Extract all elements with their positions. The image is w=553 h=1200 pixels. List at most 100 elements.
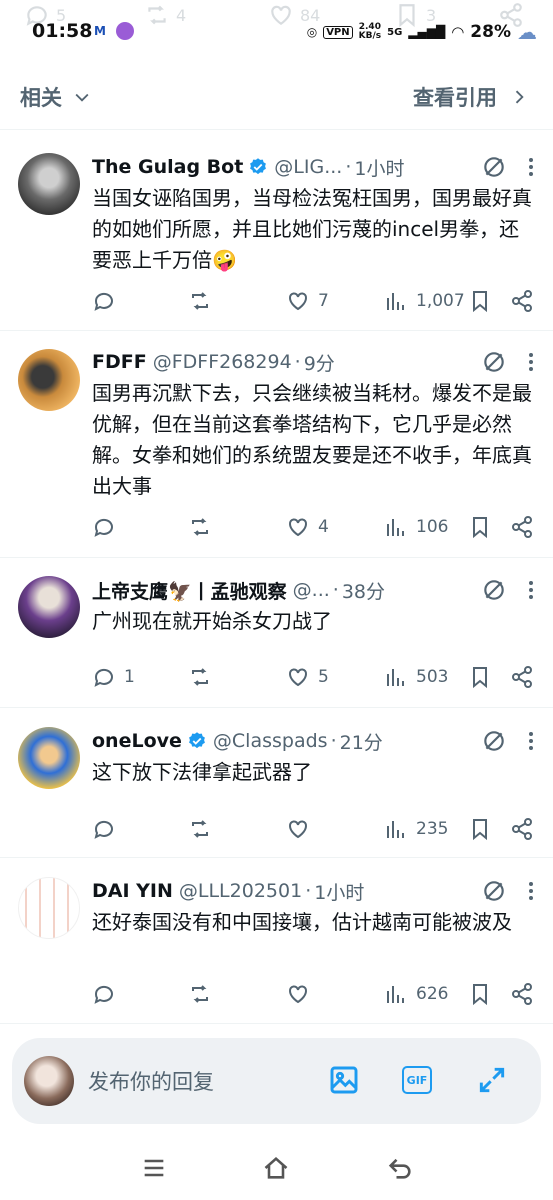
share-button[interactable] — [510, 665, 534, 689]
author-name[interactable]: oneLove — [92, 730, 182, 752]
avatar[interactable] — [18, 349, 80, 411]
share-button[interactable] — [510, 817, 534, 841]
share-button[interactable] — [510, 982, 534, 1006]
like-button[interactable] — [286, 817, 318, 841]
view-quotes-link[interactable]: 查看引用 — [413, 82, 529, 112]
view-quotes-label: 查看引用 — [413, 86, 497, 110]
views-button[interactable]: 626 — [384, 982, 448, 1006]
related-dropdown[interactable]: 相关 — [20, 82, 92, 112]
retweet-button[interactable] — [188, 817, 220, 841]
views-button[interactable]: 235 — [384, 817, 448, 841]
tweet-time[interactable]: 1小时 — [354, 154, 404, 181]
tweet-actions: 1 5 503 — [92, 665, 533, 693]
image-button[interactable] — [328, 1064, 360, 1096]
author-handle[interactable]: @... — [293, 579, 330, 601]
like-button[interactable] — [286, 982, 318, 1006]
bookmark-icon — [473, 984, 487, 1006]
expand-button[interactable] — [476, 1064, 508, 1096]
tweet-text: 广州现在就开始杀女刀战了 — [92, 609, 332, 633]
retweet-button[interactable] — [188, 982, 220, 1006]
tweet-time[interactable]: 9分 — [304, 349, 335, 376]
reply-button[interactable]: 1 — [92, 665, 135, 689]
grok-icon[interactable] — [481, 878, 507, 904]
views-icon — [387, 519, 404, 536]
tweet-time[interactable]: 38分 — [342, 577, 385, 604]
share-button[interactable] — [510, 289, 534, 313]
grok-icon[interactable] — [481, 154, 507, 180]
reply-button[interactable] — [92, 289, 124, 313]
reply-button[interactable] — [92, 515, 124, 539]
like-button[interactable]: 7 — [286, 289, 329, 313]
retweet-button[interactable] — [188, 665, 220, 689]
tweet-time[interactable]: 21分 — [340, 728, 383, 755]
tweet-text: 这下放下法律拿起武器了 — [92, 760, 312, 784]
back-button[interactable] — [386, 1154, 414, 1186]
tweet-time[interactable]: 1小时 — [314, 878, 364, 905]
reply-input[interactable]: 发布你的回复 — [88, 1066, 214, 1096]
reply-composer[interactable]: 发布你的回复 GIF — [12, 1038, 541, 1124]
author-handle[interactable]: @FDFF268294 — [153, 351, 292, 373]
avatar[interactable] — [18, 153, 80, 215]
tweet[interactable]: DAI YIN @LLL202501 · 1小时 还好泰国没有和中国接壤，估计越… — [0, 858, 553, 1024]
recent-apps-button[interactable] — [140, 1154, 168, 1186]
share-icon — [512, 666, 532, 688]
views-button[interactable]: 1,007 — [384, 289, 465, 313]
retweet-button[interactable] — [188, 289, 220, 313]
more-options-icon[interactable] — [529, 882, 533, 900]
reply-icon — [94, 668, 113, 687]
avatar[interactable] — [18, 576, 80, 638]
bookmark-button[interactable] — [468, 982, 492, 1006]
gif-button[interactable]: GIF — [402, 1064, 434, 1096]
tweet-text: 国男再沉默下去，只会继续被当耗材。爆发不是最优解，但在当前这套拳塔结构下，它几乎… — [92, 381, 532, 498]
menu-icon — [144, 1159, 164, 1177]
author-handle[interactable]: @LLL202501 — [179, 880, 302, 902]
reply-button[interactable] — [92, 817, 124, 841]
tweet-actions: 626 — [92, 982, 533, 1010]
views-button[interactable]: 503 — [384, 665, 448, 689]
more-options-icon[interactable] — [529, 581, 533, 599]
heart-icon — [289, 820, 307, 839]
author-name[interactable]: The Gulag Bot — [92, 156, 243, 178]
avatar[interactable] — [18, 727, 80, 789]
related-header: 相关 查看引用 — [0, 62, 553, 130]
tweet[interactable]: 上帝支鹰🦅丨孟驰观察 @... · 38分 广州现在就开始杀女刀战了 1 5 5… — [0, 558, 553, 708]
more-options-icon[interactable] — [529, 158, 533, 176]
bookmark-icon — [473, 291, 487, 313]
grok-icon[interactable] — [481, 728, 507, 754]
bookmark-button[interactable] — [468, 665, 492, 689]
tweet-header: FDFF @FDFF268294 · 9分 — [92, 348, 533, 376]
home-button[interactable] — [262, 1154, 290, 1186]
bookmark-button[interactable] — [468, 289, 492, 313]
tweet-actions: 235 — [92, 817, 533, 845]
grok-icon[interactable] — [481, 577, 507, 603]
tweet[interactable]: The Gulag Bot @LIG... · 1小时 当国女诬陷国男，当母检法… — [0, 131, 553, 331]
avatar[interactable] — [18, 877, 80, 939]
tweet-text: 还好泰国没有和中国接壤，估计越南可能被波及 — [92, 910, 512, 934]
grok-icon[interactable] — [481, 349, 507, 375]
like-button[interactable]: 4 — [286, 515, 329, 539]
reply-button[interactable] — [92, 982, 124, 1006]
more-options-icon[interactable] — [529, 732, 533, 750]
view-count: 626 — [416, 984, 449, 1004]
tweet-header: The Gulag Bot @LIG... · 1小时 — [92, 153, 533, 181]
author-handle[interactable]: @Classpads — [213, 730, 328, 752]
author-name[interactable]: DAI YIN — [92, 880, 173, 902]
tweet[interactable]: FDFF @FDFF268294 · 9分 国男再沉默下去，只会继续被当耗材。爆… — [0, 331, 553, 558]
verified-badge-icon — [250, 158, 267, 175]
reply-icon — [94, 518, 113, 537]
bookmark-button[interactable] — [468, 515, 492, 539]
battery-level: 28% — [470, 22, 511, 42]
author-name[interactable]: 上帝支鹰🦅丨孟驰观察 — [92, 577, 287, 604]
retweet-button[interactable] — [188, 515, 220, 539]
share-button[interactable] — [510, 515, 534, 539]
tweet[interactable]: oneLove @Classpads · 21分 这下放下法律拿起武器了 235 — [0, 708, 553, 858]
author-handle[interactable]: @LIG... — [274, 156, 342, 178]
views-icon — [387, 669, 404, 686]
more-options-icon[interactable] — [529, 353, 533, 371]
views-button[interactable]: 106 — [384, 515, 448, 539]
like-button[interactable]: 5 — [286, 665, 329, 689]
retweet-icon — [192, 820, 208, 838]
bookmark-button[interactable] — [468, 817, 492, 841]
my-avatar — [24, 1056, 74, 1106]
author-name[interactable]: FDFF — [92, 351, 147, 373]
